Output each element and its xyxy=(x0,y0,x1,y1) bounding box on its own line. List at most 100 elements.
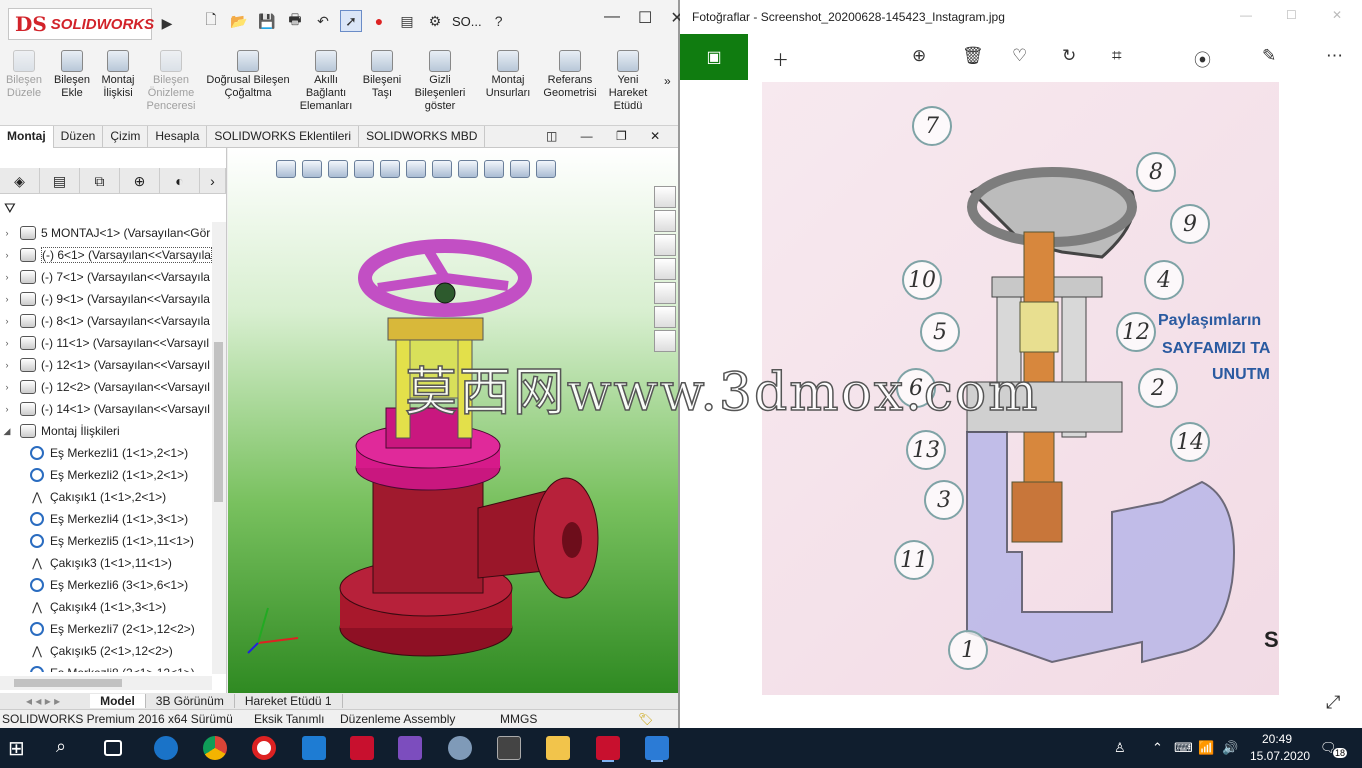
new-document-icon[interactable]: 🗋 xyxy=(200,10,222,32)
ribbon-button-1[interactable]: Bileşen Ekle xyxy=(52,50,92,100)
edge-icon[interactable] xyxy=(154,736,178,760)
photos-close-icon[interactable]: ✕ xyxy=(1332,8,1342,22)
delete-icon[interactable]: 🗑 xyxy=(962,46,984,66)
tree-row[interactable]: Eş Merkezli1 (1<1>,2<1>) xyxy=(0,442,212,464)
chrome-icon[interactable] xyxy=(203,736,227,760)
ribbon-button-3[interactable]: Bileşen Önizleme Penceresi xyxy=(146,50,196,113)
property-manager-icon[interactable]: ▤ xyxy=(40,168,80,194)
tree-row[interactable]: Eş Merkezli6 (3<1>,6<1>) xyxy=(0,574,212,596)
tree-row[interactable]: › (-) 12<2> (Varsayılan<<Varsayıl xyxy=(0,376,212,398)
tree-row[interactable]: › (-) 14<1> (Varsayılan<<Varsayıl xyxy=(0,398,212,420)
tree-row[interactable]: Eş Merkezli8 (2<1>,12<1>) xyxy=(0,662,212,672)
expand-arrow-icon[interactable]: › xyxy=(0,228,14,238)
tree-horizontal-scrollbar[interactable] xyxy=(0,676,212,690)
tree-row[interactable]: › (-) 7<1> (Varsayılan<<Varsayıla xyxy=(0,266,212,288)
ribbon-button-2[interactable]: Montaj İlişkisi xyxy=(96,50,140,100)
appearances-icon[interactable] xyxy=(654,282,676,304)
crop-icon[interactable]: ⌗ xyxy=(1112,46,1122,66)
fullscreen-icon[interactable]: ⤢ xyxy=(1326,692,1340,713)
expand-arrow-icon[interactable]: › xyxy=(0,338,14,348)
recorder-icon[interactable] xyxy=(252,736,276,760)
tree-row[interactable]: › (-) 9<1> (Varsayılan<<Varsayıla xyxy=(0,288,212,310)
tree-row[interactable]: Eş Merkezli7 (2<1>,12<2>) xyxy=(0,618,212,640)
tree-row[interactable]: ⋀ Çakışık3 (1<1>,11<1>) xyxy=(0,552,212,574)
edit-icon[interactable]: ✎ xyxy=(1262,46,1276,66)
ribbon-button-5[interactable]: Akıllı Bağlantı Elemanları xyxy=(298,50,354,113)
tree-row[interactable]: ⋀ Çakışık4 (1<1>,3<1>) xyxy=(0,596,212,618)
filter-icon[interactable]: ⛛ xyxy=(4,200,16,217)
undo-icon[interactable]: ↶ xyxy=(312,10,334,32)
file-properties-icon[interactable]: ▤ xyxy=(396,10,418,32)
doc-window-controls[interactable]: ◫ — ❐ ✕ xyxy=(546,129,670,143)
tab-1[interactable]: Düzen xyxy=(54,126,104,148)
volume-icon[interactable]: 🔊 xyxy=(1222,740,1238,756)
tab-0[interactable]: Montaj xyxy=(0,126,54,148)
expand-arrow-icon[interactable]: › xyxy=(0,250,14,260)
tab-2[interactable]: Çizim xyxy=(103,126,149,148)
expand-arrow-icon[interactable]: › xyxy=(0,360,14,370)
tree-row[interactable]: › (-) 11<1> (Varsayılan<<Varsayıl xyxy=(0,332,212,354)
ribbon-button-0[interactable]: Bileşen Düzele xyxy=(4,50,44,100)
help-icon[interactable]: ? xyxy=(488,10,510,32)
display-manager-icon[interactable]: ◐ xyxy=(160,168,200,194)
custom-properties-icon[interactable] xyxy=(654,306,676,328)
image-icon[interactable]: ▣ xyxy=(680,34,748,80)
chevron-up-icon[interactable]: ⌃ xyxy=(1152,740,1163,756)
tree-row[interactable]: › 5 MONTAJ<1> (Varsayılan<Gör xyxy=(0,222,212,244)
tree-row[interactable]: Eş Merkezli2 (1<1>,2<1>) xyxy=(0,464,212,486)
tree-row[interactable]: › (-) 12<1> (Varsayılan<<Varsayıl xyxy=(0,354,212,376)
feature-tree-icon[interactable]: ◈ xyxy=(0,168,40,194)
expand-arrow-icon[interactable]: › xyxy=(0,294,14,304)
print-icon[interactable]: 🖶 xyxy=(284,10,306,32)
solidworks-logo[interactable]: DS SOLIDWORKS xyxy=(8,8,154,40)
ribbon-button-9[interactable]: Referans Geometrisi xyxy=(540,50,600,100)
photos-minimize-icon[interactable]: — xyxy=(1240,8,1252,22)
rotate-icon[interactable]: ↻ xyxy=(1062,46,1076,66)
solidworks-taskbar-icon[interactable] xyxy=(350,736,374,760)
chevron-right-icon[interactable]: › xyxy=(200,168,226,194)
expand-arrow-icon[interactable]: › xyxy=(0,382,14,392)
view-palette-icon[interactable] xyxy=(654,258,676,280)
tree-row[interactable]: ⋀ Çakışık5 (2<1>,12<2>) xyxy=(0,640,212,662)
tree-vertical-scrollbar[interactable] xyxy=(212,222,226,674)
task-view-icon[interactable] xyxy=(104,740,122,756)
vscode-icon[interactable] xyxy=(302,736,326,760)
favorite-icon[interactable]: ♡ xyxy=(1012,46,1027,66)
expand-arrow-icon[interactable]: ◢ xyxy=(0,426,14,437)
select-pointer-icon[interactable]: ➚ xyxy=(340,10,362,32)
design-library-icon[interactable] xyxy=(654,210,676,232)
forum-icon[interactable] xyxy=(654,330,676,352)
tree-row[interactable]: › (-) 6<1> (Varsayılan<<Varsayıla xyxy=(0,244,212,266)
bottom-tab-1[interactable]: 3B Görünüm xyxy=(146,694,235,708)
solidworks-resources-icon[interactable] xyxy=(654,186,676,208)
search-icon[interactable]: ⌕ xyxy=(56,736,80,760)
maximize-icon[interactable]: ☐ xyxy=(638,8,652,28)
expand-arrow-icon[interactable]: › xyxy=(0,404,14,414)
tree-row[interactable]: ⋀ Çakışık1 (1<1>,2<1>) xyxy=(0,486,212,508)
tag-icon[interactable]: 🏷 xyxy=(638,712,653,726)
tree-row[interactable]: › (-) 8<1> (Varsayılan<<Varsayıla xyxy=(0,310,212,332)
tab-5[interactable]: SOLIDWORKS MBD xyxy=(359,126,486,148)
units-selector[interactable]: MMGS xyxy=(500,712,537,726)
people-icon[interactable]: ♙ xyxy=(1114,740,1126,756)
open-folder-icon[interactable]: 📂 xyxy=(228,10,250,32)
clock-time[interactable]: 20:49 xyxy=(1262,732,1292,746)
expand-arrow-icon[interactable]: › xyxy=(0,272,14,282)
ribbon-button-8[interactable]: Montaj Unsurları xyxy=(480,50,536,100)
rebuild-icon[interactable]: ● xyxy=(368,10,390,32)
visual-studio-icon[interactable] xyxy=(398,736,422,760)
save-icon[interactable]: 💾 xyxy=(256,10,278,32)
tree-row[interactable]: Eş Merkezli5 (1<1>,11<1>) xyxy=(0,530,212,552)
configuration-manager-icon[interactable]: ⧉ xyxy=(80,168,120,194)
menu-expand-icon[interactable]: ▶ xyxy=(156,12,178,34)
zoom-icon[interactable]: ⊕ xyxy=(912,46,926,66)
ribbon-overflow-icon[interactable]: » xyxy=(664,74,671,88)
keyboard-icon[interactable]: ⌨ xyxy=(1174,740,1193,756)
ribbon-button-6[interactable]: Bileşeni Taşı xyxy=(360,50,404,100)
tab-3[interactable]: Hesapla xyxy=(148,126,208,148)
paint-icon[interactable] xyxy=(448,736,472,760)
file-explorer-taskbar-icon[interactable] xyxy=(546,736,570,760)
file-explorer-icon[interactable] xyxy=(654,234,676,256)
dimxpert-icon[interactable]: ⊕ xyxy=(120,168,160,194)
search-commands[interactable]: SO... xyxy=(452,14,482,29)
